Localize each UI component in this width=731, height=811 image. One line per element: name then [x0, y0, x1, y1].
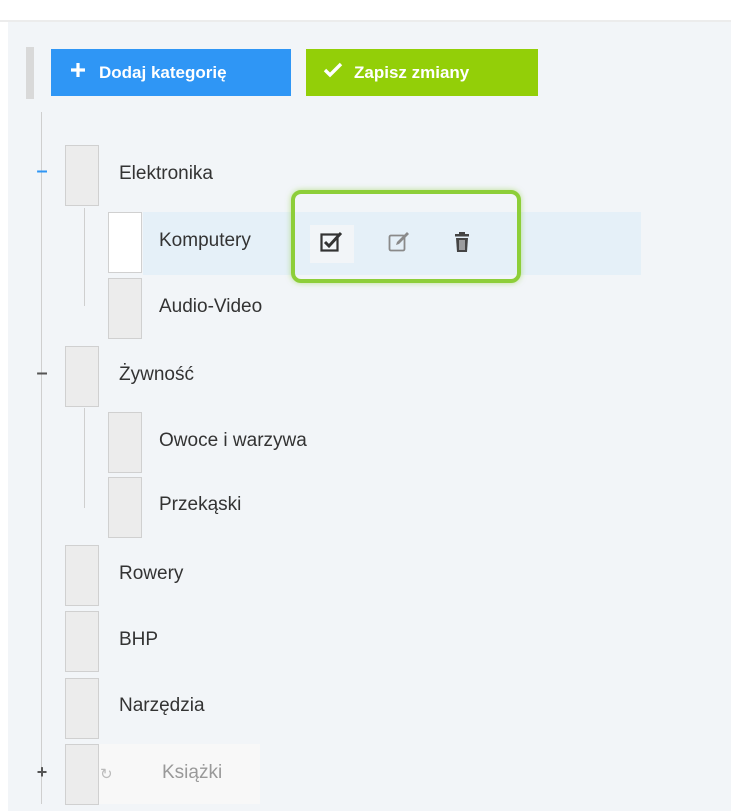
collapse-toggle-zywnosc[interactable]: – [33, 362, 51, 385]
drag-handle-bhp[interactable] [65, 611, 99, 672]
tree-item-rowery[interactable]: Rowery [119, 563, 183, 585]
add-category-button[interactable]: Dodaj kategorię [51, 49, 291, 96]
drag-handle-narzedzia[interactable] [65, 678, 99, 739]
drag-handle-ksiazki[interactable] [65, 744, 99, 805]
add-category-label: Dodaj kategorię [99, 62, 227, 82]
drag-handle-rowery[interactable] [65, 545, 99, 606]
tree-item-zywnosc[interactable]: Żywność [119, 364, 194, 386]
tree-guide-line-elektronika [84, 208, 85, 306]
tree-item-ksiazki[interactable]: Książki [162, 762, 222, 784]
tree-item-bhp[interactable]: BHP [119, 629, 158, 651]
drag-handle-elektronika[interactable] [65, 145, 99, 206]
tree-guide-line-zywnosc [84, 408, 85, 508]
drag-indicator-icon: ↻ [100, 766, 113, 783]
plus-icon [67, 62, 89, 83]
drag-handle-audio-video[interactable] [108, 278, 142, 339]
drag-handle-owoce-i-warzywa[interactable] [108, 412, 142, 473]
save-changes-label: Zapisz zmiany [354, 62, 470, 82]
drag-handle-komputery[interactable] [108, 212, 142, 273]
tree-item-audio-video[interactable]: Audio-Video [159, 296, 262, 318]
checkmark-icon [322, 62, 344, 83]
tree-item-przekaski[interactable]: Przekąski [159, 494, 241, 516]
tree-item-elektronika[interactable]: Elektronika [119, 163, 213, 185]
tree-item-narzedzia[interactable]: Narzędzia [119, 695, 205, 717]
collapse-toggle-elektronika[interactable]: – [33, 160, 51, 183]
save-changes-button[interactable]: Zapisz zmiany [306, 49, 538, 96]
expand-toggle-ksiazki[interactable]: + [33, 762, 51, 783]
tree-item-owoce-i-warzywa[interactable]: Owoce i warzywa [159, 430, 307, 452]
drag-handle-przekaski[interactable] [108, 477, 142, 538]
row-actions-highlight [291, 190, 521, 283]
toolbar-drag-bar [26, 47, 34, 99]
tree-item-komputery[interactable]: Komputery [159, 230, 251, 252]
drag-handle-zywnosc[interactable] [65, 346, 99, 407]
tree-guide-line [41, 112, 42, 804]
